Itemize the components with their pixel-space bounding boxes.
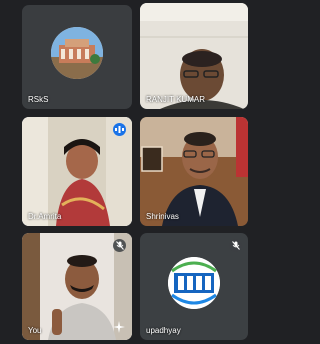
- mic-off-icon: [113, 239, 126, 252]
- participant-tile-rsks[interactable]: RSkS: [22, 5, 132, 109]
- participant-name: Shrinivas: [146, 212, 179, 221]
- participant-tile-you[interactable]: You: [22, 233, 132, 340]
- avatar: [168, 256, 220, 309]
- video-feed: [140, 3, 248, 109]
- mic-off-icon: [229, 239, 242, 252]
- participant-name: RSkS: [28, 95, 49, 104]
- participant-name: Dr.Amrita: [28, 212, 62, 221]
- participant-tile-shrinivas[interactable]: Shrinivas: [140, 117, 248, 226]
- participant-tile-upadhyay[interactable]: upadhyay: [140, 233, 248, 340]
- participant-name: You: [28, 326, 42, 335]
- speaking-indicator-icon: [113, 123, 126, 136]
- participant-tile-ranjit-kumar[interactable]: RANJIT KUMAR: [140, 3, 248, 109]
- sparkle-effects-icon[interactable]: [112, 320, 126, 334]
- participant-name: upadhyay: [146, 326, 181, 335]
- avatar: [51, 27, 103, 79]
- participant-name: RANJIT KUMAR: [146, 95, 205, 104]
- video-feed: [140, 117, 248, 226]
- participant-tile-dr-amrita[interactable]: Dr.Amrita: [22, 117, 132, 226]
